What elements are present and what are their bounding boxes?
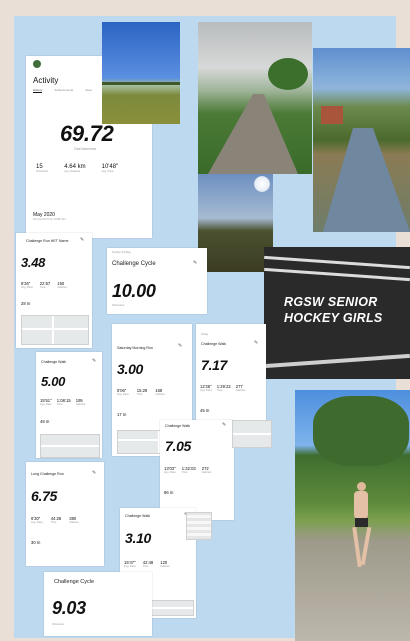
cycle-title: Challenge Cycle xyxy=(112,261,156,267)
activity-stats: 15 Total Runs 4.64 km Avg. Distance 10'48"… xyxy=(36,164,118,173)
walk-title: Challenge Walk xyxy=(125,514,151,518)
edit-icon[interactable]: ✎ xyxy=(92,470,96,476)
time-label: Time xyxy=(56,403,63,406)
walk-title: Challenge Walk xyxy=(201,342,227,346)
edit-icon[interactable]: ✎ xyxy=(193,260,197,266)
walk-title: Challenge Walk xyxy=(165,424,191,428)
pace-label: Avg. Pace xyxy=(31,521,43,524)
edit-icon[interactable]: ✎ xyxy=(254,340,258,346)
elevation-value: 28 m xyxy=(21,301,31,306)
cycle-date: Sunday 3rd May xyxy=(112,251,131,254)
calories-label: Calories xyxy=(155,393,165,396)
time-label: Time xyxy=(39,286,46,289)
cycle-unit: Kilometres xyxy=(52,623,65,626)
cycle-title: Challenge Cycle xyxy=(54,579,95,585)
meadow-photo xyxy=(102,22,180,124)
lane-road-shape xyxy=(208,94,298,174)
time-label: Time xyxy=(136,393,143,396)
tab-gear[interactable]: Gear xyxy=(85,88,92,93)
tab-history[interactable]: History xyxy=(33,88,43,94)
calories-label: Calories xyxy=(75,403,86,406)
road-text-line-1: RGSW SENIOR xyxy=(284,295,378,309)
time-label: Time xyxy=(216,389,223,392)
canal-water-shape xyxy=(323,128,410,232)
time-label: Time xyxy=(181,471,188,474)
total-distance-value: 69.72 xyxy=(60,121,114,146)
tab-achievements[interactable]: Achievements xyxy=(54,88,73,93)
walk-distance: 7.05 xyxy=(165,438,192,454)
run-distance: 3.00 xyxy=(117,361,144,377)
cycle-distance: 9.03 xyxy=(52,598,86,618)
edit-icon[interactable]: ✎ xyxy=(92,358,96,364)
pace-label: Avg. Pace xyxy=(124,565,136,568)
calories-label: Calories xyxy=(160,565,170,568)
elevation-value: 45 m xyxy=(200,408,210,413)
walk-distance: 5.00 xyxy=(41,374,66,389)
runner-photo xyxy=(295,390,410,641)
calories-label: Calories xyxy=(235,389,246,392)
challenge-walk-card-3[interactable]: Challenge Walk ✎ 7.05 13'03" Avg. Pace 1:… xyxy=(160,420,234,520)
challenge-cycle-card-2[interactable]: Challenge Cycle 9.03 Kilometres xyxy=(44,572,152,636)
time-label: Time xyxy=(142,565,149,568)
pace-label: Avg. Pace xyxy=(21,286,33,289)
pace-label: Avg. Pace xyxy=(117,393,129,396)
cycle-distance: 10.00 xyxy=(112,281,156,301)
route-map[interactable] xyxy=(40,434,100,458)
walk-title: Challenge Walk xyxy=(41,360,67,364)
challenge-walk-card-1[interactable]: Challenge Walk ✎ 5.00 15'51" Avg. Pace 1:… xyxy=(36,352,102,458)
run-distance: 6.75 xyxy=(31,488,58,504)
walk-distance: 7.17 xyxy=(201,357,228,373)
month-summary: 15 runs 69.72 km 10'48" /km xyxy=(33,218,66,221)
avatar xyxy=(33,60,41,68)
sunset-field-photo xyxy=(198,174,273,272)
avg-distance-label: Avg. Distance xyxy=(64,170,81,173)
edit-icon[interactable]: ✎ xyxy=(80,237,84,243)
run-title: Long Challenge Run xyxy=(31,472,64,476)
elevation-value: 86 m xyxy=(164,490,174,495)
road-text-line-2: HOCKEY GIRLS xyxy=(284,311,383,325)
country-lane-photo xyxy=(198,22,312,174)
page-title: Activity xyxy=(33,76,59,85)
route-map[interactable] xyxy=(186,512,212,540)
run-title: Saturday Morning Run xyxy=(117,346,153,350)
long-run-card[interactable]: Long Challenge Run ✎ 6.75 6'30" Avg. Pace… xyxy=(26,462,104,566)
run-distance: 3.48 xyxy=(21,255,46,270)
pace-label: Avg. Pace xyxy=(200,389,212,392)
time-label: Time xyxy=(50,521,57,524)
calories-label: Calories xyxy=(69,521,79,524)
cycle-unit: Kilometres xyxy=(112,304,125,307)
edit-icon[interactable]: ✎ xyxy=(178,343,182,349)
challenge-cycle-card[interactable]: Sunday 3rd May Challenge Cycle ✎ 10.00 K… xyxy=(107,248,207,314)
route-map[interactable] xyxy=(21,315,89,345)
calories-label: Calories xyxy=(57,286,67,289)
challenge-run-card[interactable]: Challenge Run HET Name ✎ 3.48 6'36" Avg. … xyxy=(16,233,92,348)
route-map[interactable] xyxy=(232,420,272,448)
elevation-value: 30 m xyxy=(31,540,41,545)
total-runs-label: Total Runs xyxy=(36,170,49,173)
walk-date: Friday xyxy=(201,333,209,336)
pace-label: Avg. Pace xyxy=(164,471,176,474)
road-marking-photo: RGSW SENIOR HOCKEY GIRLS xyxy=(264,247,410,379)
edit-icon[interactable]: ✎ xyxy=(222,422,226,428)
walk-distance: 3.10 xyxy=(125,530,152,546)
elevation-value: 48 m xyxy=(40,419,50,424)
pace-label: Avg. Pace xyxy=(40,403,52,406)
elevation-value: 17 m xyxy=(117,412,127,417)
calories-label: Calories xyxy=(201,471,212,474)
run-title: Challenge Run HET Name xyxy=(26,239,69,243)
avg-pace-label: Avg. Pace xyxy=(101,170,114,173)
total-distance-label: Total kilometres xyxy=(74,147,97,151)
canal-photo xyxy=(313,48,410,232)
